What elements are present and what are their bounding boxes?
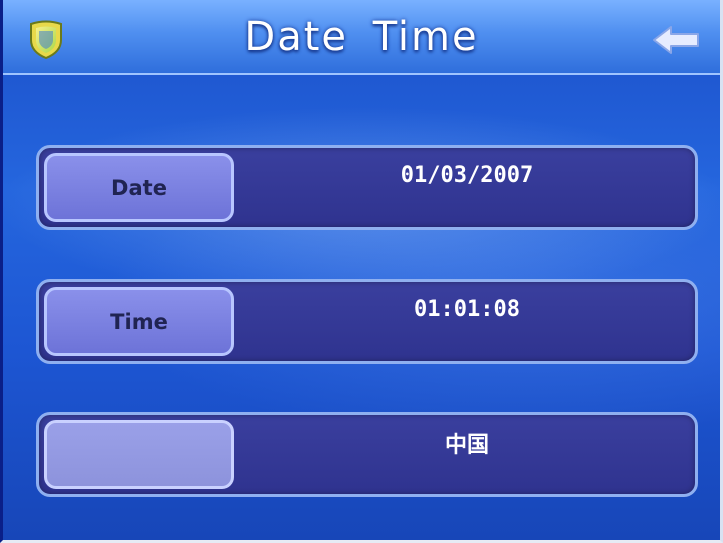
region-button xyxy=(44,420,234,489)
back-arrow-icon[interactable] xyxy=(651,24,701,56)
date-value: 01/03/2007 xyxy=(239,148,695,227)
region-value: 中国 xyxy=(239,415,695,494)
time-value-text: 01:01:08 xyxy=(414,297,520,322)
page-title: Date Time xyxy=(244,14,479,60)
title-bar: Date Time xyxy=(3,0,720,75)
region-row[interactable]: 中国 xyxy=(36,412,698,497)
region-value-text: 中国 xyxy=(444,432,489,458)
time-value: 01:01:08 xyxy=(239,282,695,361)
date-time-screen: Date Time Date 01/03/2007 Time 01:01:08 … xyxy=(0,0,723,543)
time-button[interactable]: Time xyxy=(44,287,234,356)
time-label: Time xyxy=(110,309,168,334)
date-value-text: 01/03/2007 xyxy=(400,163,534,188)
date-row[interactable]: Date 01/03/2007 xyxy=(36,145,698,230)
date-button[interactable]: Date xyxy=(44,153,234,222)
date-label: Date xyxy=(111,175,167,200)
time-row[interactable]: Time 01:01:08 xyxy=(36,279,698,364)
